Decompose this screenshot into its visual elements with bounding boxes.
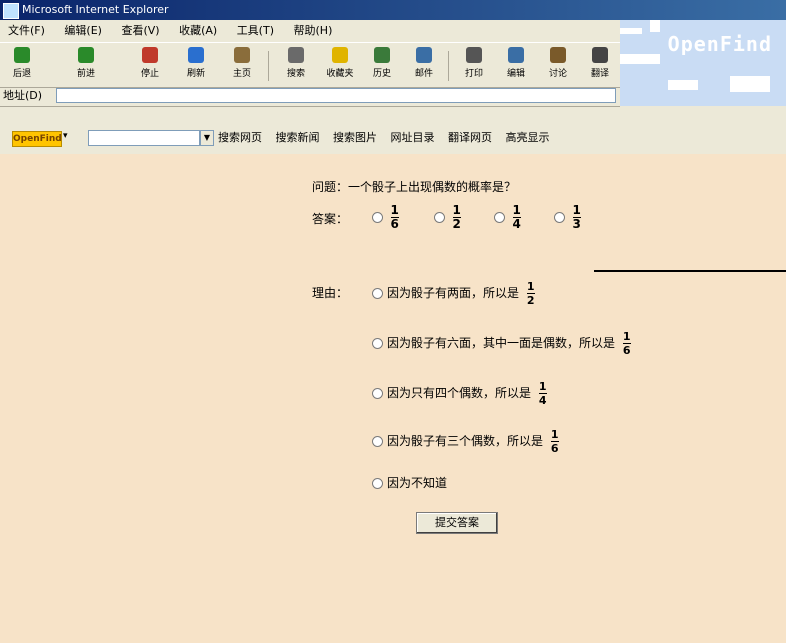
menu-bar: 文件(F) 编辑(E) 查看(V) 收藏(A) 工具(T) 帮助(H)	[0, 20, 620, 42]
chevron-down-icon[interactable]: ▾	[63, 131, 68, 141]
forward-icon	[78, 47, 94, 63]
search-input[interactable]	[88, 130, 200, 146]
discuss-icon	[550, 47, 566, 63]
highlight-button[interactable]: 高亮显示	[506, 131, 550, 144]
translate-icon	[592, 47, 608, 63]
answer-choice-4[interactable]: 13	[554, 204, 581, 231]
radio-button[interactable]	[372, 212, 383, 223]
reason-text: 因为骰子有六面，其中一面是偶数，所以是	[387, 336, 616, 350]
reason-text: 因为不知道	[387, 476, 448, 490]
edit-button[interactable]: 编辑	[496, 47, 536, 85]
horizontal-rule	[594, 270, 786, 272]
history-icon	[374, 47, 390, 63]
refresh-icon	[188, 47, 204, 63]
reason-option-5[interactable]: 因为不知道	[372, 474, 447, 491]
brand-logo-area: OpenFind	[620, 20, 786, 106]
search-web-button[interactable]: 搜索网页	[218, 131, 262, 144]
menu-view[interactable]: 查看(V)	[113, 20, 167, 42]
stop-icon	[142, 47, 158, 63]
home-icon	[234, 47, 250, 63]
question-text: 问题：一个骰子上出现偶数的概率是？	[312, 180, 517, 194]
search-toolbar-items: 搜索网页 搜索新闻 搜索图片 网址目录 翻译网页 高亮显示	[218, 127, 560, 149]
radio-button[interactable]	[372, 436, 383, 447]
favorites-icon	[332, 47, 348, 63]
stop-button[interactable]: 停止	[130, 47, 170, 85]
menu-tools[interactable]: 工具(T)	[229, 20, 282, 42]
print-button[interactable]: 打印	[454, 47, 494, 85]
menu-edit[interactable]: 编辑(E)	[56, 20, 110, 42]
menu-help[interactable]: 帮助(H)	[286, 20, 341, 42]
fraction: 12	[526, 280, 535, 307]
fraction: 14	[512, 203, 521, 231]
menu-file[interactable]: 文件(F)	[0, 20, 53, 42]
ie-app-icon	[3, 3, 19, 19]
refresh-button[interactable]: 刷新	[176, 47, 216, 85]
address-input[interactable]	[56, 88, 616, 103]
radio-button[interactable]	[372, 338, 383, 349]
radio-button[interactable]	[372, 478, 383, 489]
standard-toolbar: 后退 前进 停止 刷新 主页 搜索 收藏夹 历史 邮件 打印 编辑 讨论 翻译	[0, 42, 620, 88]
radio-button[interactable]	[554, 212, 565, 223]
radio-button[interactable]	[372, 388, 383, 399]
fraction: 16	[550, 428, 559, 455]
translate-button[interactable]: 翻译	[580, 47, 620, 85]
fraction: 12	[452, 203, 461, 231]
answer-choice-2[interactable]: 12	[434, 204, 461, 231]
print-icon	[466, 47, 482, 63]
search-button[interactable]: 搜索	[276, 47, 316, 85]
mail-button[interactable]: 邮件	[404, 47, 444, 85]
openfind-logo-button[interactable]: OpenFind	[12, 131, 62, 147]
back-icon	[14, 47, 30, 63]
history-button[interactable]: 历史	[362, 47, 402, 85]
radio-button[interactable]	[494, 212, 505, 223]
fraction: 13	[572, 203, 581, 231]
directory-button[interactable]: 网址目录	[391, 131, 435, 144]
search-icon	[288, 47, 304, 63]
translate-page-button[interactable]: 翻译网页	[448, 131, 492, 144]
answer-choice-1[interactable]: 16	[372, 204, 399, 231]
search-toolbar: OpenFind ▾ ▼ 搜索网页 搜索新闻 搜索图片 网址目录 翻译网页 高亮…	[0, 107, 786, 153]
forward-button[interactable]: 前进	[66, 47, 106, 85]
brand-logo: OpenFind	[667, 32, 772, 56]
fraction: 16	[390, 203, 399, 231]
address-label: 地址(D)	[3, 89, 43, 102]
address-bar: 地址(D)	[0, 86, 620, 107]
search-news-button[interactable]: 搜索新闻	[276, 131, 320, 144]
radio-button[interactable]	[372, 288, 383, 299]
radio-button[interactable]	[434, 212, 445, 223]
mail-icon	[416, 47, 432, 63]
discuss-button[interactable]: 讨论	[538, 47, 578, 85]
reason-option-2[interactable]: 因为骰子有六面，其中一面是偶数，所以是 16	[372, 330, 631, 357]
favorites-button[interactable]: 收藏夹	[320, 47, 360, 85]
reason-option-4[interactable]: 因为骰子有三个偶数，所以是 16	[372, 428, 559, 455]
edit-icon	[508, 47, 524, 63]
submit-answer-button[interactable]: 提交答案	[416, 512, 498, 534]
answer-label: 答案：	[312, 212, 349, 226]
window-title-bar: Microsoft Internet Explorer	[0, 0, 786, 20]
reason-option-1[interactable]: 因为骰子有两面，所以是 12	[372, 280, 535, 307]
reason-text: 因为只有四个偶数，所以是	[387, 386, 532, 400]
answer-choice-3[interactable]: 14	[494, 204, 521, 231]
reason-text: 因为骰子有两面，所以是	[387, 286, 520, 300]
menu-favorites[interactable]: 收藏(A)	[171, 20, 225, 42]
home-button[interactable]: 主页	[222, 47, 262, 85]
window-title: Microsoft Internet Explorer	[22, 3, 169, 16]
fraction: 14	[538, 380, 547, 407]
back-button[interactable]: 后退	[2, 47, 42, 85]
fraction: 16	[622, 330, 631, 357]
reason-text: 因为骰子有三个偶数，所以是	[387, 434, 544, 448]
search-images-button[interactable]: 搜索图片	[333, 131, 377, 144]
reason-label: 理由：	[312, 286, 349, 300]
reason-option-3[interactable]: 因为只有四个偶数，所以是 14	[372, 380, 547, 407]
search-dropdown-button[interactable]: ▼	[200, 130, 214, 146]
